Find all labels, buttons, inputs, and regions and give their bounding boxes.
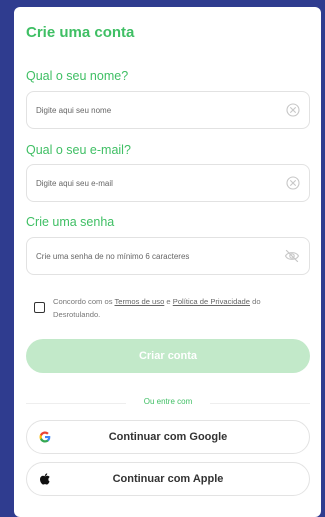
continue-with-google-button[interactable]: Continuar com Google bbox=[26, 420, 310, 454]
email-input[interactable] bbox=[36, 165, 276, 201]
continue-with-apple-button[interactable]: Continuar com Apple bbox=[26, 462, 310, 496]
terms-checkbox[interactable] bbox=[34, 302, 45, 313]
terms-text: Concordo com os Termos de uso e Política… bbox=[53, 295, 308, 321]
clear-circle-icon[interactable] bbox=[286, 103, 300, 117]
divider: Ou entre com bbox=[26, 397, 310, 409]
password-label: Crie uma senha bbox=[26, 215, 115, 229]
name-field bbox=[26, 91, 310, 129]
eye-off-icon[interactable] bbox=[284, 249, 300, 263]
divider-text: Ou entre com bbox=[143, 397, 193, 406]
google-button-label: Continuar com Google bbox=[108, 431, 228, 443]
terms-prefix: Concordo com os bbox=[53, 297, 115, 306]
password-input[interactable] bbox=[36, 238, 276, 274]
signup-card: Crie uma conta Qual o seu nome? Qual o s… bbox=[14, 7, 321, 517]
clear-circle-icon[interactable] bbox=[286, 176, 300, 190]
email-field bbox=[26, 164, 310, 202]
create-account-button[interactable]: Criar conta bbox=[26, 339, 310, 373]
apple-button-label: Continuar com Apple bbox=[112, 473, 224, 485]
privacy-policy-link[interactable]: Política de Privacidade bbox=[173, 297, 250, 306]
name-input[interactable] bbox=[36, 92, 276, 128]
terms-middle: e bbox=[164, 297, 173, 306]
name-label: Qual o seu nome? bbox=[26, 69, 129, 83]
password-field bbox=[26, 237, 310, 275]
email-label: Qual o seu e-mail? bbox=[26, 143, 131, 157]
terms-of-use-link[interactable]: Termos de uso bbox=[114, 297, 164, 306]
page-title: Crie uma conta bbox=[26, 24, 135, 41]
